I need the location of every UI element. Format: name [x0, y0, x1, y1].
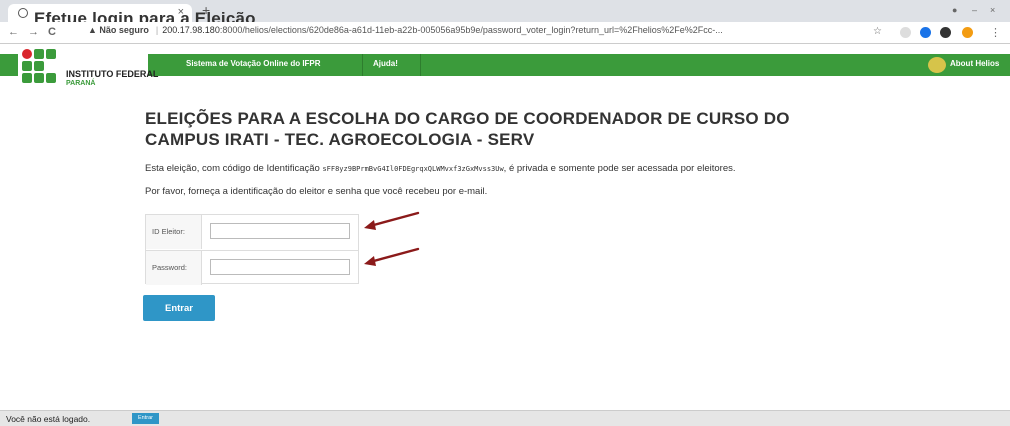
login-form: ID Eleitor: Password: — [145, 214, 359, 285]
logo-square — [34, 61, 44, 71]
address-bar[interactable]: ▲ Não seguro | 200.17.98.180:8000/helios/e… — [88, 25, 888, 41]
site-header: INSTITUTO FEDERAL PARANÁ Sistema de Vota… — [0, 45, 1010, 95]
login-submit-button[interactable]: Entrar — [143, 295, 215, 321]
password-input[interactable] — [210, 259, 350, 275]
new-tab-button[interactable]: + — [202, 2, 210, 18]
main-content: ELEIÇÕES PARA A ESCOLHA DO CARGO DE COOR… — [145, 108, 865, 197]
annotation-arrow-icon — [364, 247, 420, 266]
url-host: 200.17.98.180 — [162, 25, 220, 35]
nav-link-help[interactable]: Ajuda! — [373, 59, 398, 68]
org-name: INSTITUTO FEDERAL — [66, 69, 159, 79]
description-suffix: , é privada e somente pode ser acessada … — [503, 163, 736, 174]
security-warning[interactable]: ▲ Não seguro — [88, 25, 149, 35]
logo-square — [46, 73, 56, 83]
login-status: Você não está logado. — [6, 414, 91, 424]
extension-icon[interactable] — [900, 27, 911, 38]
browser-tabbar: Efetue login para a Eleição × + ● – × — [0, 0, 1010, 28]
annotation-arrow-icon — [364, 211, 420, 230]
org-state: PARANÁ — [66, 80, 96, 87]
password-row: Password: — [146, 250, 358, 285]
ifpr-logo[interactable]: INSTITUTO FEDERAL PARANÁ — [18, 45, 158, 93]
helios-logo-icon[interactable] — [928, 57, 946, 73]
logo-square — [34, 49, 44, 59]
restore-icon[interactable]: – — [972, 5, 977, 15]
login-instructions: Por favor, forneça a identificação do el… — [145, 186, 488, 197]
nav-divider — [362, 54, 363, 76]
close-window-icon[interactable]: × — [990, 5, 995, 15]
description-prefix: Esta eleição, com código de Identificaçã… — [145, 163, 323, 174]
nav-divider — [420, 54, 421, 76]
nav-link-system[interactable]: Sistema de Votação Online do IFPR — [186, 59, 321, 68]
globe-icon — [18, 8, 28, 18]
extension-icon[interactable] — [920, 27, 931, 38]
voter-id-row: ID Eleitor: — [146, 215, 358, 249]
logo-circle — [22, 49, 32, 59]
election-description: Esta eleição, com código de Identificaçã… — [145, 162, 865, 176]
logo-square — [34, 73, 44, 83]
menu-icon[interactable]: ⋮ — [990, 26, 1001, 39]
password-label: Password: — [146, 251, 202, 285]
url-path: :8000/helios/elections/620de86a-a61d-11e… — [219, 25, 723, 35]
election-code: sFF8yz9BPrmBvG4Il0FDEgrqxQLWMvxf3zGxMvss… — [322, 165, 504, 173]
voter-id-label: ID Eleitor: — [146, 215, 202, 249]
logo-square — [22, 73, 32, 83]
status-footer: Você não está logado. Entrar — [0, 410, 1010, 426]
browser-toolbar: ← → C ▲ Não seguro | 200.17.98.180:8000/he… — [0, 22, 1010, 44]
forward-button[interactable]: → — [28, 26, 39, 38]
footer-login-button[interactable]: Entrar — [132, 413, 159, 424]
minimize-icon[interactable]: ● — [952, 5, 957, 15]
bookmark-star-icon[interactable]: ☆ — [873, 26, 882, 37]
logo-square — [46, 49, 56, 59]
back-button[interactable]: ← — [8, 26, 19, 38]
page-title: ELEIÇÕES PARA A ESCOLHA DO CARGO DE COOR… — [145, 109, 790, 149]
nav-link-about[interactable]: About Helios — [950, 59, 999, 68]
reload-button[interactable]: C — [48, 26, 56, 38]
profile-avatar[interactable] — [962, 27, 973, 38]
tab-close-icon[interactable]: × — [178, 6, 184, 18]
voter-id-input[interactable] — [210, 223, 350, 239]
logo-square — [22, 61, 32, 71]
puzzle-icon[interactable] — [940, 27, 951, 38]
browser-tab[interactable]: Efetue login para a Eleição × — [8, 4, 256, 28]
